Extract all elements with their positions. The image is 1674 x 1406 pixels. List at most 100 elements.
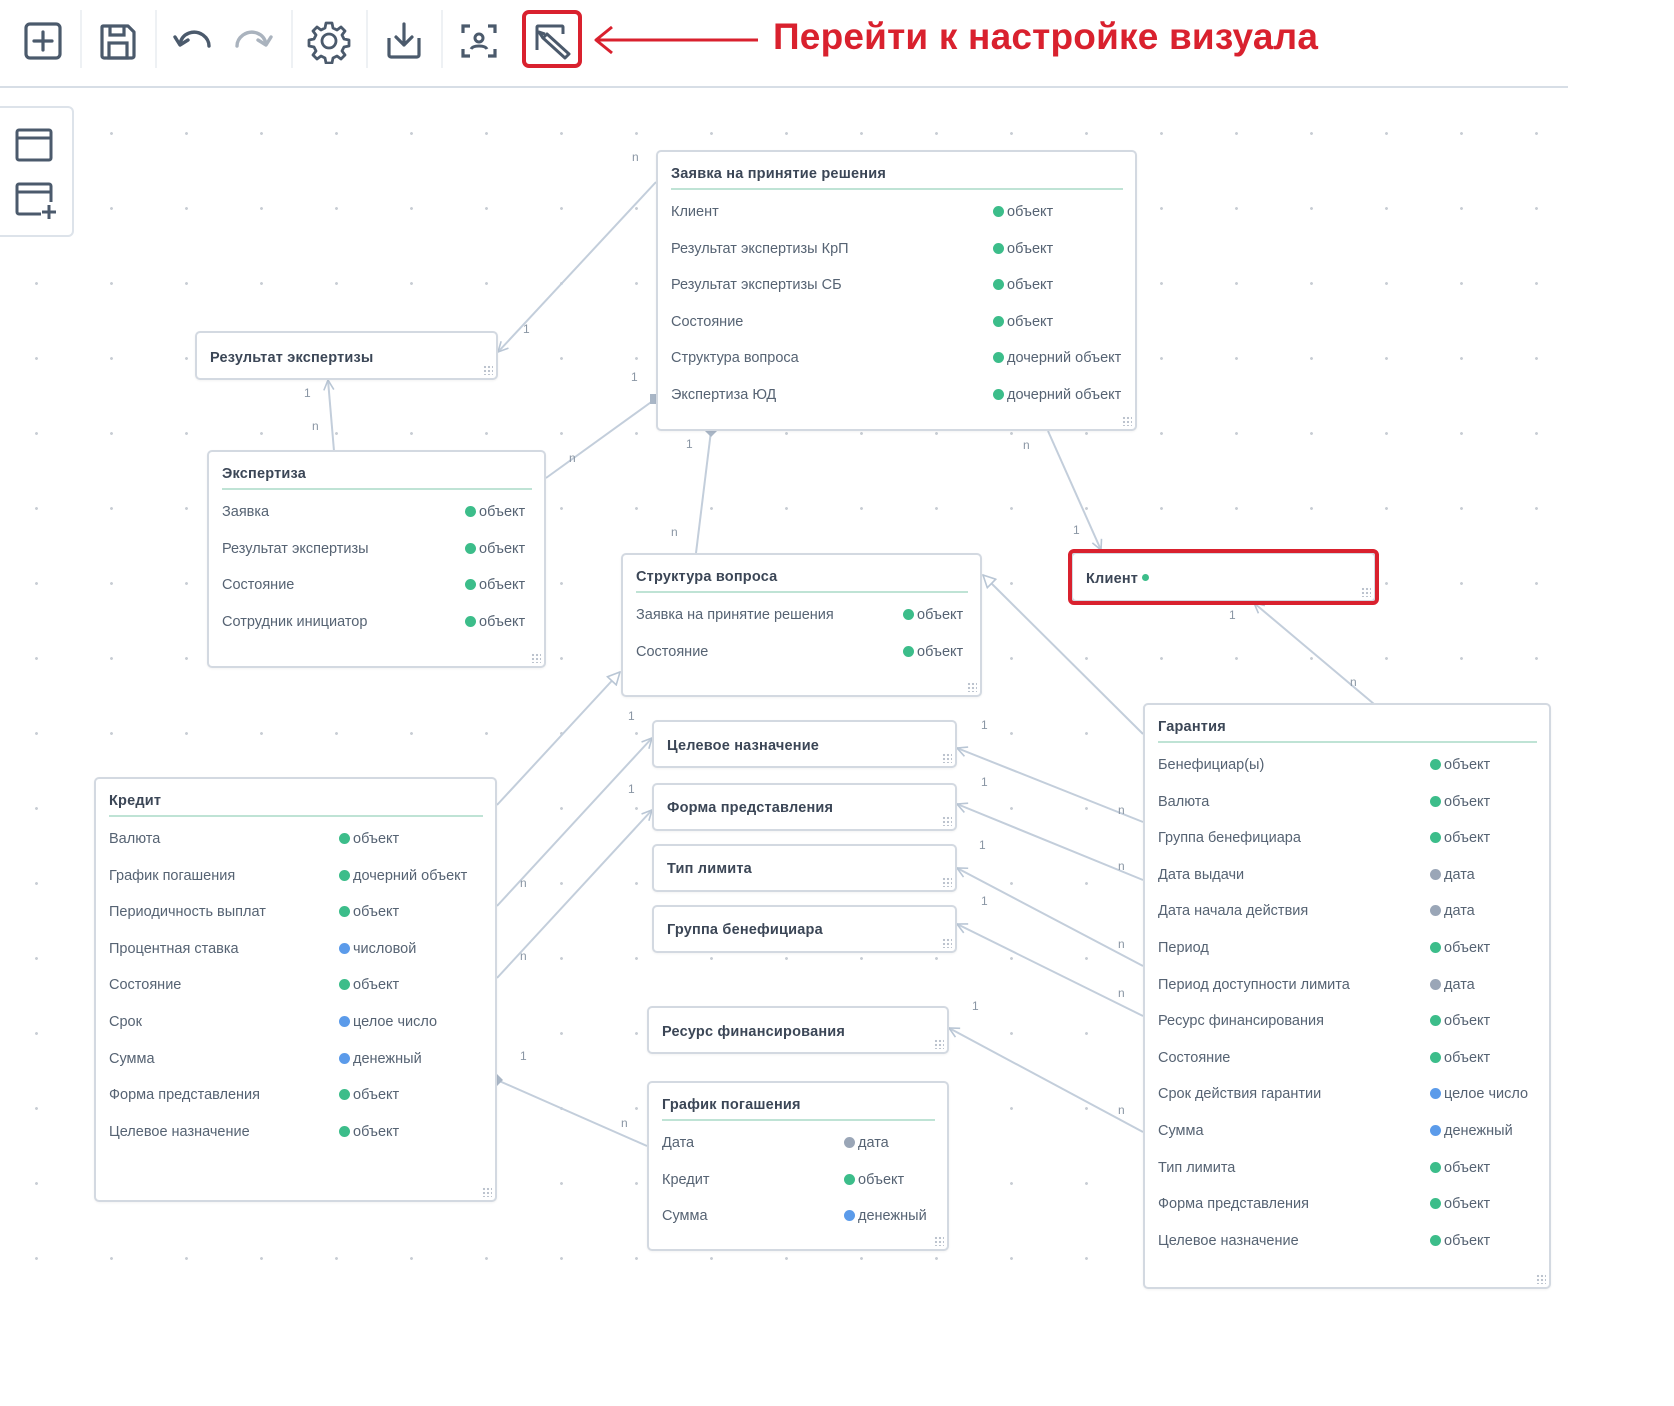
- field-type: объект: [1430, 830, 1490, 846]
- card-label: n: [1350, 675, 1357, 689]
- field-row[interactable]: Тип лимита объект: [1158, 1160, 1541, 1180]
- field-type-label: целое число: [353, 1014, 438, 1030]
- field-name: График погашения: [109, 867, 236, 884]
- field-row[interactable]: Период объект: [1158, 940, 1541, 960]
- field-type: дата: [844, 1135, 889, 1151]
- field-row[interactable]: Ресурс финансирования объект: [1158, 1013, 1541, 1033]
- field-row[interactable]: Периодичность выплат объект: [109, 904, 487, 924]
- field-row[interactable]: Состояние объект: [222, 577, 536, 597]
- entity-forma[interactable]: Форма представления: [652, 783, 957, 831]
- field-row[interactable]: Срок целое число: [109, 1014, 487, 1034]
- window-icon[interactable]: [13, 124, 57, 168]
- field-row[interactable]: Клиент объект: [671, 204, 1127, 224]
- field-row[interactable]: Период доступности лимита дата: [1158, 977, 1541, 997]
- field-row[interactable]: График погашения дочерний объект: [109, 868, 487, 888]
- entity-gruppa[interactable]: Группа бенефициара: [652, 905, 957, 953]
- field-row[interactable]: Сотрудник инициатор объект: [222, 614, 536, 634]
- field-row[interactable]: Состояние объект: [636, 644, 972, 664]
- add-window-icon[interactable]: [13, 178, 57, 222]
- resize-handle-icon[interactable]: [531, 653, 541, 663]
- entity-rezultat[interactable]: Результат экспертизы: [195, 331, 498, 380]
- field-row[interactable]: Заявка объект: [222, 504, 536, 524]
- entity-garantiya[interactable]: Гарантия Бенефициар(ы) объект Валюта объект…: [1143, 703, 1551, 1289]
- field-row[interactable]: Форма представления объект: [1158, 1196, 1541, 1216]
- entity-celevoe[interactable]: Целевое назначение: [652, 720, 957, 768]
- field-row[interactable]: Сумма денежный: [109, 1051, 487, 1071]
- card-label: 1: [520, 1049, 527, 1063]
- entity-title: Целевое назначение: [667, 738, 820, 754]
- field-type: объект: [339, 1124, 399, 1140]
- field-type-label: объект: [479, 613, 526, 630]
- field-row[interactable]: Целевое назначение объект: [109, 1124, 487, 1144]
- resize-handle-icon[interactable]: [1122, 416, 1132, 426]
- field-row[interactable]: Результат экспертизы объект: [222, 541, 536, 561]
- field-row[interactable]: Экспертиза ЮД дочерний объект: [671, 387, 1127, 407]
- entity-ekspertiza[interactable]: Экспертиза Заявка объект Результат эксперт…: [207, 450, 546, 668]
- field-row[interactable]: Срок действия гарантии целое число: [1158, 1086, 1541, 1106]
- field-row[interactable]: Целевое назначение объект: [1158, 1233, 1541, 1253]
- type-dot-icon: [1430, 832, 1441, 844]
- field-row[interactable]: Бенефициар(ы) объект: [1158, 757, 1541, 777]
- field-row[interactable]: Состояние объект: [671, 314, 1127, 334]
- resize-handle-icon[interactable]: [483, 365, 493, 375]
- field-row[interactable]: Заявка на принятие решения объект: [636, 607, 972, 627]
- title-divider: [636, 591, 968, 593]
- entity-kredit[interactable]: Кредит Валюта объект График погашения дочер…: [94, 777, 497, 1202]
- link-struktura-zayavka: [695, 430, 712, 554]
- field-row[interactable]: Результат экспертизы КрП объект: [671, 241, 1127, 261]
- field-type: объект: [339, 1087, 399, 1103]
- card-label: n: [1118, 986, 1125, 1000]
- resize-handle-icon[interactable]: [942, 877, 952, 887]
- field-row[interactable]: Состояние объект: [109, 977, 487, 997]
- field-type: денежный: [339, 1051, 422, 1067]
- title-divider: [662, 1119, 935, 1121]
- link-garantiya-gruppa: [957, 923, 1144, 1017]
- type-dot-icon: [339, 869, 350, 881]
- card-label: n: [569, 451, 576, 465]
- field-type-label: дата: [858, 1135, 889, 1151]
- type-dot-icon: [844, 1210, 855, 1222]
- link-ekspertiza-zayavka: [545, 399, 655, 479]
- resize-handle-icon[interactable]: [942, 753, 952, 763]
- resize-handle-icon[interactable]: [942, 816, 952, 826]
- type-dot-icon: [993, 242, 1004, 254]
- entity-resurs[interactable]: Ресурс финансирования: [647, 1006, 949, 1054]
- field-name: Сотрудник инициатор: [222, 613, 368, 630]
- resize-handle-icon[interactable]: [482, 1187, 492, 1197]
- field-row[interactable]: Дата выдачи дата: [1158, 867, 1541, 887]
- resize-handle-icon[interactable]: [942, 938, 952, 948]
- field-row[interactable]: Процентная ставка числовой: [109, 941, 487, 961]
- resize-handle-icon[interactable]: [934, 1236, 944, 1246]
- field-row[interactable]: Кредит объект: [662, 1172, 939, 1192]
- field-row[interactable]: Состояние объект: [1158, 1050, 1541, 1070]
- resize-handle-icon[interactable]: [934, 1039, 944, 1049]
- field-type: дочерний объект: [339, 868, 467, 884]
- entity-tiplimita[interactable]: Тип лимита: [652, 844, 957, 892]
- resize-handle-icon[interactable]: [1536, 1274, 1546, 1284]
- entity-struktura[interactable]: Структура вопроса Заявка на принятие реш…: [621, 553, 982, 697]
- field-row[interactable]: Дата начала действия дата: [1158, 903, 1541, 923]
- field-row[interactable]: Группа бенефициара объект: [1158, 830, 1541, 850]
- type-dot-icon: [1430, 942, 1441, 953]
- field-type-label: объект: [353, 831, 400, 847]
- field-row[interactable]: Сумма денежный: [662, 1208, 939, 1228]
- field-name: Срок действия гарантии: [1158, 1086, 1322, 1103]
- field-row[interactable]: Дата дата: [662, 1135, 939, 1155]
- resize-handle-icon[interactable]: [967, 682, 977, 692]
- field-row[interactable]: Сумма денежный: [1158, 1123, 1541, 1143]
- type-dot-icon: [339, 833, 350, 844]
- field-row[interactable]: Форма представления объект: [109, 1087, 487, 1107]
- field-row[interactable]: Структура вопроса дочерний объект: [671, 350, 1127, 370]
- title-divider: [109, 815, 483, 817]
- field-row[interactable]: Валюта объект: [109, 831, 487, 851]
- left-panel: [0, 106, 74, 237]
- card-label: 1: [979, 838, 986, 852]
- field-row[interactable]: Результат экспертизы СБ объект: [671, 277, 1127, 297]
- type-dot-icon: [903, 609, 914, 620]
- link-zayavka-rezultat: [498, 181, 657, 352]
- entity-title: Экспертиза: [222, 466, 307, 482]
- field-name: Форма представления: [1158, 1196, 1309, 1213]
- entity-zayavka[interactable]: Заявка на принятие решения Клиент объект Р…: [656, 150, 1137, 431]
- field-row[interactable]: Валюта объект: [1158, 794, 1541, 814]
- entity-grafik[interactable]: График погашения Дата дата Кредит объект Сум…: [647, 1081, 949, 1251]
